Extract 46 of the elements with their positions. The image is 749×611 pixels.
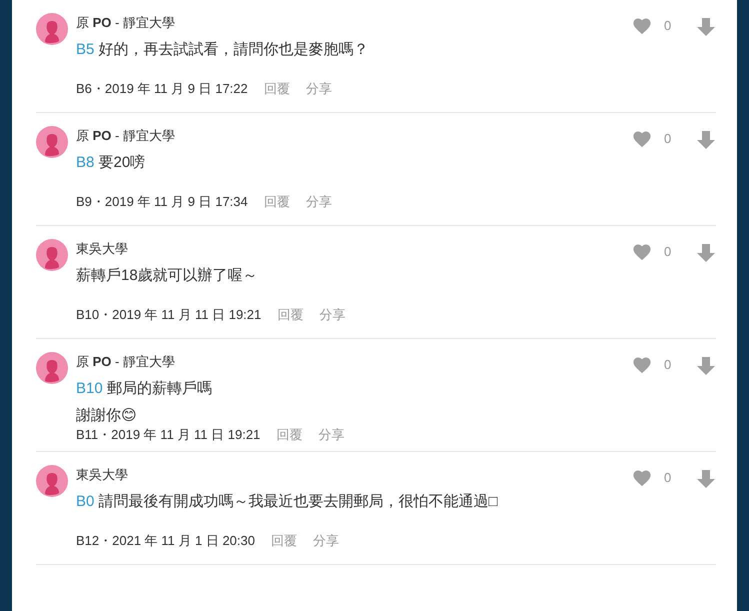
like-count: 0 — [664, 130, 672, 148]
down-arrow-icon[interactable] — [696, 130, 716, 150]
action-link[interactable]: 回覆 — [264, 193, 290, 211]
down-arrow-icon[interactable] — [696, 243, 716, 263]
like-count: 0 — [664, 469, 672, 487]
floor-date: B9・2019 年 11 月 9 日 17:34 — [76, 193, 248, 211]
comment-text: B5 好的，再去試試看，請問你也是麥胞嗎？ — [76, 40, 370, 60]
action-link[interactable]: 分享 — [306, 193, 332, 211]
action-link[interactable]: 回覆 — [270, 532, 297, 550]
heart-icon[interactable] — [632, 130, 652, 148]
floor-date: B11・2019 年 11 月 11 日 19:21 — [76, 426, 260, 444]
action-link[interactable]: 回覆 — [277, 306, 304, 324]
down-arrow-icon[interactable] — [696, 17, 716, 37]
avatar-icon — [36, 126, 68, 158]
author-name: 原 PO - 靜宜大學 — [76, 127, 176, 145]
floor-date: B10・2019 年 11 月 11 日 19:21 — [76, 306, 262, 324]
action-link[interactable]: 分享 — [306, 80, 332, 98]
avatar-icon — [36, 239, 68, 271]
avatar-icon — [36, 465, 68, 497]
action-link[interactable]: 回覆 — [276, 426, 302, 444]
heart-icon[interactable] — [632, 243, 652, 261]
like-count: 0 — [664, 17, 672, 35]
heart-icon[interactable] — [632, 469, 652, 487]
comment-text: 薪轉戶18歲就可以辦了喔～ — [76, 266, 259, 286]
down-arrow-icon[interactable] — [696, 356, 716, 376]
comment-text: B0 請問最後有開成功嗎～我最近也要去開郵局，很怕不能通過□ — [76, 492, 499, 512]
author-name: 東吳大學 — [76, 240, 129, 258]
avatar-icon — [36, 13, 68, 45]
down-arrow-icon[interactable] — [696, 469, 716, 489]
comment-text: B8 要20嗙 — [76, 153, 146, 173]
like-count: 0 — [664, 243, 672, 261]
heart-icon[interactable] — [632, 356, 652, 374]
author-name: 東吳大學 — [76, 466, 129, 484]
action-link[interactable]: 回覆 — [264, 80, 290, 98]
floor-date: B12・2021 年 11 月 1 日 20:30 — [76, 532, 255, 550]
action-link[interactable]: 分享 — [318, 426, 344, 444]
comment-text: B10 郵局的薪轉戶嗎 — [76, 379, 213, 399]
floor-date: B6・2019 年 11 月 9 日 17:22 — [76, 80, 248, 98]
comment-text: 謝謝你😊 — [76, 406, 138, 426]
author-name: 原 PO - 靜宜大學 — [76, 14, 176, 32]
like-count: 0 — [664, 356, 672, 374]
action-link[interactable]: 分享 — [319, 306, 346, 324]
avatar-icon — [36, 352, 68, 384]
action-link[interactable]: 分享 — [312, 532, 339, 550]
heart-icon[interactable] — [632, 17, 652, 35]
author-name: 原 PO - 靜宜大學 — [76, 353, 176, 371]
